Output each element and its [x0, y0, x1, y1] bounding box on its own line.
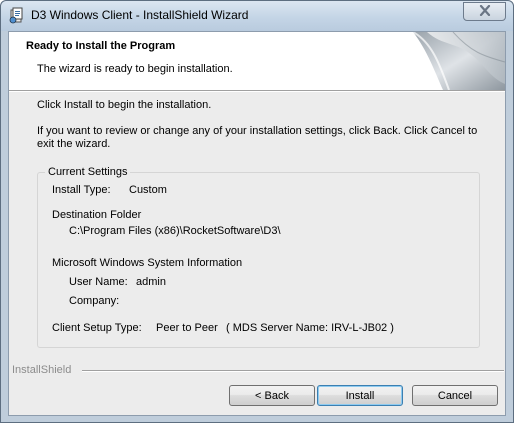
ms-system-info-label: Microsoft Windows System Information: [52, 257, 243, 269]
banner-title: Ready to Install the Program: [26, 40, 176, 52]
wizard-client-area: Ready to Install the Program The wizard …: [8, 31, 506, 416]
destination-folder-value: C:\Program Files (x86)\RocketSoftware\D3…: [69, 225, 281, 237]
mds-server-name: ( MDS Server Name: IRV-L-JB02 ): [226, 322, 394, 334]
client-setup-type-value: Peer to Peer: [156, 322, 218, 334]
current-settings-legend: Current Settings: [45, 166, 131, 178]
install-button[interactable]: Install: [317, 385, 403, 406]
install-type-value: Custom: [129, 184, 167, 196]
title-bar[interactable]: D3 Windows Client - InstallShield Wizard: [1, 1, 513, 31]
cancel-button[interactable]: Cancel: [412, 385, 498, 406]
installer-window: D3 Windows Client - InstallShield Wizard…: [0, 0, 514, 423]
user-name-value: admin: [136, 276, 166, 288]
close-icon: [479, 4, 491, 19]
review-instruction: If you want to review or change any of y…: [37, 125, 478, 150]
back-button[interactable]: < Back: [229, 385, 315, 406]
install-type-label: Install Type:: [52, 184, 111, 196]
banner-subtitle: The wizard is ready to begin installatio…: [37, 63, 233, 75]
page-curl-graphic: [412, 32, 505, 90]
close-button[interactable]: [463, 2, 506, 21]
client-setup-type-label: Client Setup Type:: [52, 322, 142, 334]
installshield-brand: InstallShield: [12, 364, 72, 376]
company-label: Company:: [69, 295, 120, 307]
footer-divider: [82, 370, 504, 372]
destination-folder-label: Destination Folder: [52, 209, 142, 221]
window-title: D3 Windows Client - InstallShield Wizard: [31, 8, 249, 22]
installer-icon: [9, 7, 25, 24]
banner-divider: [9, 90, 505, 92]
wizard-banner: Ready to Install the Program The wizard …: [9, 32, 505, 90]
user-name-label: User Name:: [69, 276, 128, 288]
install-instruction: Click Install to begin the installation.: [37, 99, 212, 111]
